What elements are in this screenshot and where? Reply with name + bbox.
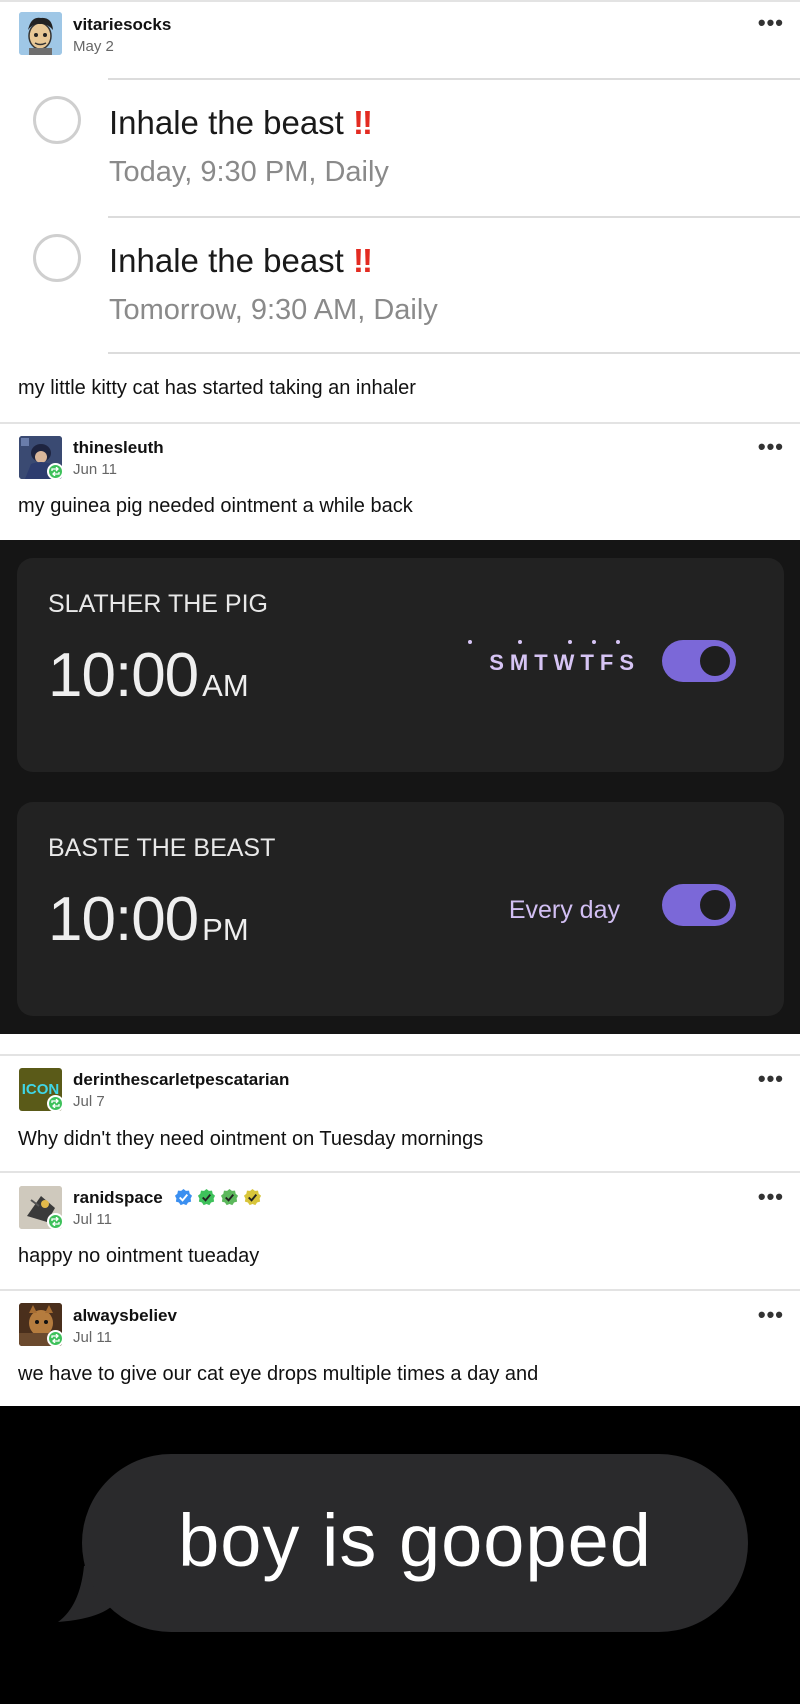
- post-date: Jun 11: [73, 461, 117, 478]
- post-text: Why didn't they need ointment on Tuesday…: [18, 1128, 484, 1150]
- reminder-screenshot: Inhale the beast !! Today, 9:30 PM, Dail…: [0, 78, 800, 354]
- toggle-knob: [697, 643, 733, 679]
- reminder-divider: [108, 352, 800, 354]
- post-divider: [0, 1171, 800, 1173]
- alarm-time-value: 10:00: [48, 641, 199, 710]
- ellipsis-icon[interactable]: •••: [758, 1304, 784, 1326]
- ellipsis-icon[interactable]: •••: [758, 1068, 784, 1090]
- reminder-top-line: [108, 78, 800, 80]
- post-date: Jul 11: [73, 1211, 112, 1228]
- alarm-screenshot: SLATHER THE PIG 10:00 AM SMTWTFS BASTE TH…: [0, 540, 800, 1034]
- ellipsis-icon[interactable]: •••: [758, 1186, 784, 1208]
- reminder-schedule: Today, 9:30 PM, Daily: [109, 156, 389, 188]
- reminder-title-text: Inhale the beast: [109, 242, 344, 279]
- reminder-checkbox[interactable]: [33, 234, 81, 282]
- username[interactable]: alwaysbeliev: [73, 1306, 177, 1326]
- alarm-repeat-days: SMTWTFS: [489, 650, 640, 675]
- priority-flag: !!: [353, 104, 373, 141]
- alarm-label: BASTE THE BEAST: [48, 834, 276, 862]
- alarm-label: SLATHER THE PIG: [48, 590, 268, 618]
- alarm-toggle[interactable]: [662, 884, 736, 926]
- username[interactable]: derinthescarletpescatarian: [73, 1070, 289, 1090]
- reblog-icon: [47, 463, 64, 480]
- post-text: my little kitty cat has started taking a…: [18, 377, 416, 399]
- message-text: boy is gooped: [178, 1499, 652, 1582]
- toggle-knob: [697, 887, 733, 923]
- post-divider: [0, 1289, 800, 1291]
- alarm-time: 10:00 AM: [48, 640, 249, 711]
- username[interactable]: ranidspace: [73, 1188, 163, 1208]
- ellipsis-icon[interactable]: •••: [758, 436, 784, 458]
- post-text: happy no ointment tueaday: [18, 1245, 260, 1267]
- post-date: Jul 11: [73, 1329, 112, 1346]
- verified-badges: [174, 1188, 262, 1207]
- post-text: we have to give our cat eye drops multip…: [18, 1363, 539, 1385]
- post-divider: [0, 0, 800, 2]
- verified-badge-icon: [220, 1188, 239, 1206]
- alarm-time: 10:00 PM: [48, 884, 249, 955]
- reblog-icon: [47, 1213, 64, 1230]
- reblog-icon: [47, 1330, 64, 1347]
- alarm-card[interactable]: BASTE THE BEAST 10:00 PM Every day: [17, 802, 784, 1016]
- alarm-ampm: AM: [202, 668, 249, 703]
- post-text: my guinea pig needed ointment a while ba…: [18, 495, 413, 517]
- post-date: May 2: [73, 38, 114, 55]
- post-divider: [0, 1054, 800, 1056]
- alarm-repeat: Every day: [508, 896, 620, 924]
- post-date: Jul 7: [73, 1093, 105, 1110]
- reminder-schedule: Tomorrow, 9:30 AM, Daily: [109, 294, 438, 326]
- reminder-title: Inhale the beast !!: [109, 242, 373, 280]
- priority-flag: !!: [353, 242, 373, 279]
- username[interactable]: thinesleuth: [73, 438, 164, 458]
- reminder-title-text: Inhale the beast: [109, 104, 344, 141]
- message-bubble: boy is gooped: [82, 1454, 748, 1632]
- ellipsis-icon[interactable]: •••: [758, 12, 784, 34]
- reminder-divider: [108, 216, 800, 218]
- alarm-card[interactable]: SLATHER THE PIG 10:00 AM SMTWTFS: [17, 558, 784, 772]
- reminder-checkbox[interactable]: [33, 96, 81, 144]
- active-day-dots: [464, 640, 634, 646]
- verified-badge-icon: [243, 1188, 262, 1206]
- verified-badge-icon: [174, 1188, 193, 1206]
- reminder-title: Inhale the beast !!: [109, 104, 373, 142]
- post-divider: [0, 422, 800, 424]
- reblog-icon: [47, 1095, 64, 1112]
- message-bubble-screenshot: boy is gooped: [0, 1406, 800, 1704]
- verified-badge-icon: [197, 1188, 216, 1206]
- alarm-toggle[interactable]: [662, 640, 736, 682]
- alarm-ampm: PM: [202, 912, 249, 947]
- username[interactable]: vitariesocks: [73, 15, 171, 35]
- avatar[interactable]: [19, 12, 62, 55]
- alarm-time-value: 10:00: [48, 885, 199, 954]
